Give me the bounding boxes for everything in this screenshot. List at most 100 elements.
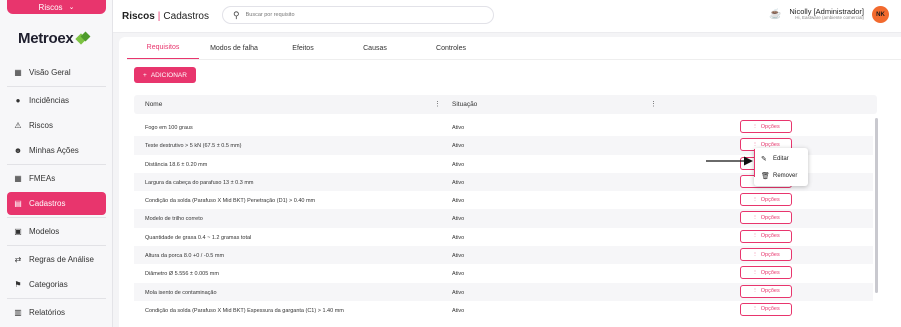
- sidebar-item-modelos[interactable]: ▣ Modelos: [7, 220, 106, 243]
- cell-situacao: Ativo: [452, 216, 465, 223]
- page-title-separator: |: [157, 11, 161, 22]
- sidebar-item-riscos[interactable]: ⚠ Riscos: [7, 114, 106, 137]
- sidebar-item-categorias[interactable]: ⚑ Categorias: [7, 273, 106, 296]
- kebab-icon: ⋮: [752, 141, 758, 148]
- logo-text: Metroex: [18, 30, 74, 47]
- cell-situacao: Ativo: [452, 179, 465, 186]
- sidebar-item-label: Modelos: [29, 227, 60, 236]
- table-row[interactable]: Fogo em 100 graus Ativo ⋮ Opções: [134, 118, 873, 136]
- shuffle-icon: ⇄: [14, 255, 22, 264]
- avatar[interactable]: NK: [872, 6, 889, 23]
- sidebar-divider: [7, 86, 106, 87]
- sidebar-item-relatorios[interactable]: ▥ Relatórios: [7, 301, 106, 324]
- sidebar-item-visao-geral[interactable]: ▦ Visão Geral: [7, 61, 106, 84]
- menu-item-remove-label: Remover: [773, 172, 798, 179]
- sidebar-item-minhas-acoes[interactable]: ☻ Minhas Ações: [7, 139, 106, 162]
- cell-nome: Modelo de trilho correto: [145, 216, 203, 223]
- tab-modos-de-falha[interactable]: Modos de falha: [199, 37, 269, 60]
- add-button[interactable]: + ADICIONAR: [134, 67, 196, 83]
- dashboard-icon: ▦: [14, 68, 22, 77]
- table-scrollbar[interactable]: [875, 118, 878, 293]
- cell-nome: Quantidade de graxa 0.4 ~ 1.2 gramas tot…: [145, 234, 252, 241]
- sidebar-divider: [7, 217, 106, 218]
- sidebar-nav: ▦ Visão Geral ● Incidências ⚠ Riscos ☻ Minhas A…: [7, 61, 106, 326]
- search-box[interactable]: ⚲: [222, 6, 494, 24]
- sidebar-item-label: Riscos: [29, 121, 54, 130]
- table-row[interactable]: Altura da porca 8.0 +0 / -0.5 mm Ativo ⋮ Op…: [134, 246, 873, 265]
- sidebar-item-cadastros[interactable]: ▤ Cadastros: [7, 192, 106, 215]
- logo: Metroex: [18, 30, 91, 47]
- column-header-nome[interactable]: Nome: [145, 101, 162, 108]
- table-row[interactable]: Condição da solda (Parafuso X Mid BKT) E…: [134, 301, 873, 319]
- tab-causas[interactable]: Causas: [337, 37, 413, 60]
- module-selector-label: Riscos: [38, 2, 63, 12]
- cell-nome: Condição da solda (Parafuso X Mid BKT) P…: [145, 198, 316, 205]
- kebab-icon: ⋮: [752, 251, 758, 258]
- module-selector[interactable]: Riscos ⌄: [7, 0, 106, 14]
- cell-situacao: Ativo: [452, 161, 465, 168]
- cell-nome: Condição da solda (Parafuso X Mid BKT) E…: [145, 307, 344, 314]
- cell-nome: Altura da porca 8.0 +0 / -0.5 mm: [145, 253, 225, 260]
- alert-circle-icon: ●: [15, 96, 21, 105]
- kebab-icon: ⋮: [752, 233, 758, 240]
- sidebar: Riscos ⌄ Metroex ▦ Visão Geral ● Incidência…: [0, 0, 113, 327]
- pencil-icon: ✎: [761, 155, 767, 163]
- tab-requisitos[interactable]: Requisitos: [127, 37, 199, 60]
- options-button[interactable]: ⋮Opções: [740, 284, 792, 298]
- kebab-icon: ⋮: [752, 214, 758, 221]
- cell-nome: Diâmetro Ø 5.556 ± 0.005 mm: [145, 271, 219, 278]
- cell-nome: Distância 18.6 ± 0.20 mm: [145, 161, 208, 168]
- cell-situacao: Ativo: [452, 198, 465, 205]
- report-icon: ▥: [14, 308, 22, 317]
- cell-nome: Fogo em 100 graus: [145, 125, 193, 131]
- tab-controles[interactable]: Controles: [413, 37, 489, 60]
- menu-item-remove[interactable]: 🗑 Remover: [754, 167, 808, 184]
- cell-situacao: Ativo: [452, 289, 465, 296]
- sidebar-item-label: Regras de Análise: [29, 255, 94, 264]
- tab-efeitos[interactable]: Efeitos: [269, 37, 337, 60]
- sidebar-item-regras-de-analise[interactable]: ⇄ Regras de Análise: [7, 248, 106, 271]
- pointer-arrow-icon: [706, 156, 753, 166]
- plus-icon: +: [143, 71, 147, 79]
- table-row[interactable]: Diâmetro Ø 5.556 ± 0.005 mm Ativo ⋮ Opções: [134, 264, 873, 282]
- cell-situacao: Ativo: [452, 143, 465, 150]
- options-button[interactable]: ⋮Opções: [740, 120, 792, 133]
- column-header-situacao[interactable]: Situação: [452, 101, 477, 108]
- sidebar-item-incidencias[interactable]: ● Incidências: [7, 89, 106, 112]
- kebab-icon: ⋮: [752, 288, 758, 295]
- coffee-cup-icon[interactable]: ☕: [769, 9, 781, 20]
- tab-divider: [127, 59, 901, 60]
- options-button-label: Opções: [760, 214, 780, 221]
- options-button[interactable]: ⋮Opções: [740, 248, 792, 262]
- sidebar-item-label: Relatórios: [29, 308, 66, 317]
- options-button[interactable]: ⋮Opções: [740, 266, 792, 280]
- cell-situacao: Ativo: [452, 253, 465, 260]
- options-button[interactable]: ⋮Opções: [740, 193, 792, 207]
- menu-item-edit-label: Editar: [773, 155, 789, 162]
- table-row[interactable]: Modelo de trilho correto Ativo ⋮ Opções: [134, 209, 873, 228]
- menu-accent-bar: [754, 149, 755, 177]
- options-button[interactable]: ⋮Opções: [740, 229, 792, 243]
- table-row[interactable]: Condição da solda (Parafuso X Mid BKT) P…: [134, 191, 873, 209]
- sidebar-item-label: Categorias: [29, 280, 68, 289]
- cell-situacao: Ativo: [452, 125, 465, 131]
- options-button-label: Opções: [760, 306, 780, 313]
- column-menu-icon[interactable]: ⋮: [434, 100, 441, 108]
- page-title: Riscos | Cadastros: [122, 11, 209, 22]
- options-button[interactable]: ⋮Opções: [740, 302, 792, 316]
- cell-nome: Teste destrutivo > 5 kN (67.5 ± 0.5 mm): [145, 143, 242, 150]
- cell-situacao: Ativo: [452, 234, 465, 241]
- menu-item-edit[interactable]: ✎ Editar: [754, 150, 808, 167]
- user-info[interactable]: Nicolly [Administrador] Hi, Eastware (am…: [789, 7, 864, 21]
- options-button[interactable]: ⋮Opções: [740, 211, 792, 225]
- kebab-icon: ⋮: [752, 306, 758, 313]
- table-row[interactable]: Quantidade de graxa 0.4 ~ 1.2 gramas tot…: [134, 228, 873, 246]
- sidebar-item-label: Visão Geral: [29, 68, 71, 77]
- options-button-label: Opções: [760, 269, 780, 276]
- options-button-label: Opções: [760, 196, 780, 203]
- search-input[interactable]: [245, 12, 466, 18]
- table-row[interactable]: Mola isento de contaminação Ativo ⋮ Opções: [134, 282, 873, 301]
- user-environment: Hi, Eastware (ambiente comercial): [795, 15, 864, 21]
- column-menu-icon[interactable]: ⋮: [650, 100, 657, 108]
- sidebar-item-fmeas[interactable]: ▦ FMEAs: [7, 167, 106, 190]
